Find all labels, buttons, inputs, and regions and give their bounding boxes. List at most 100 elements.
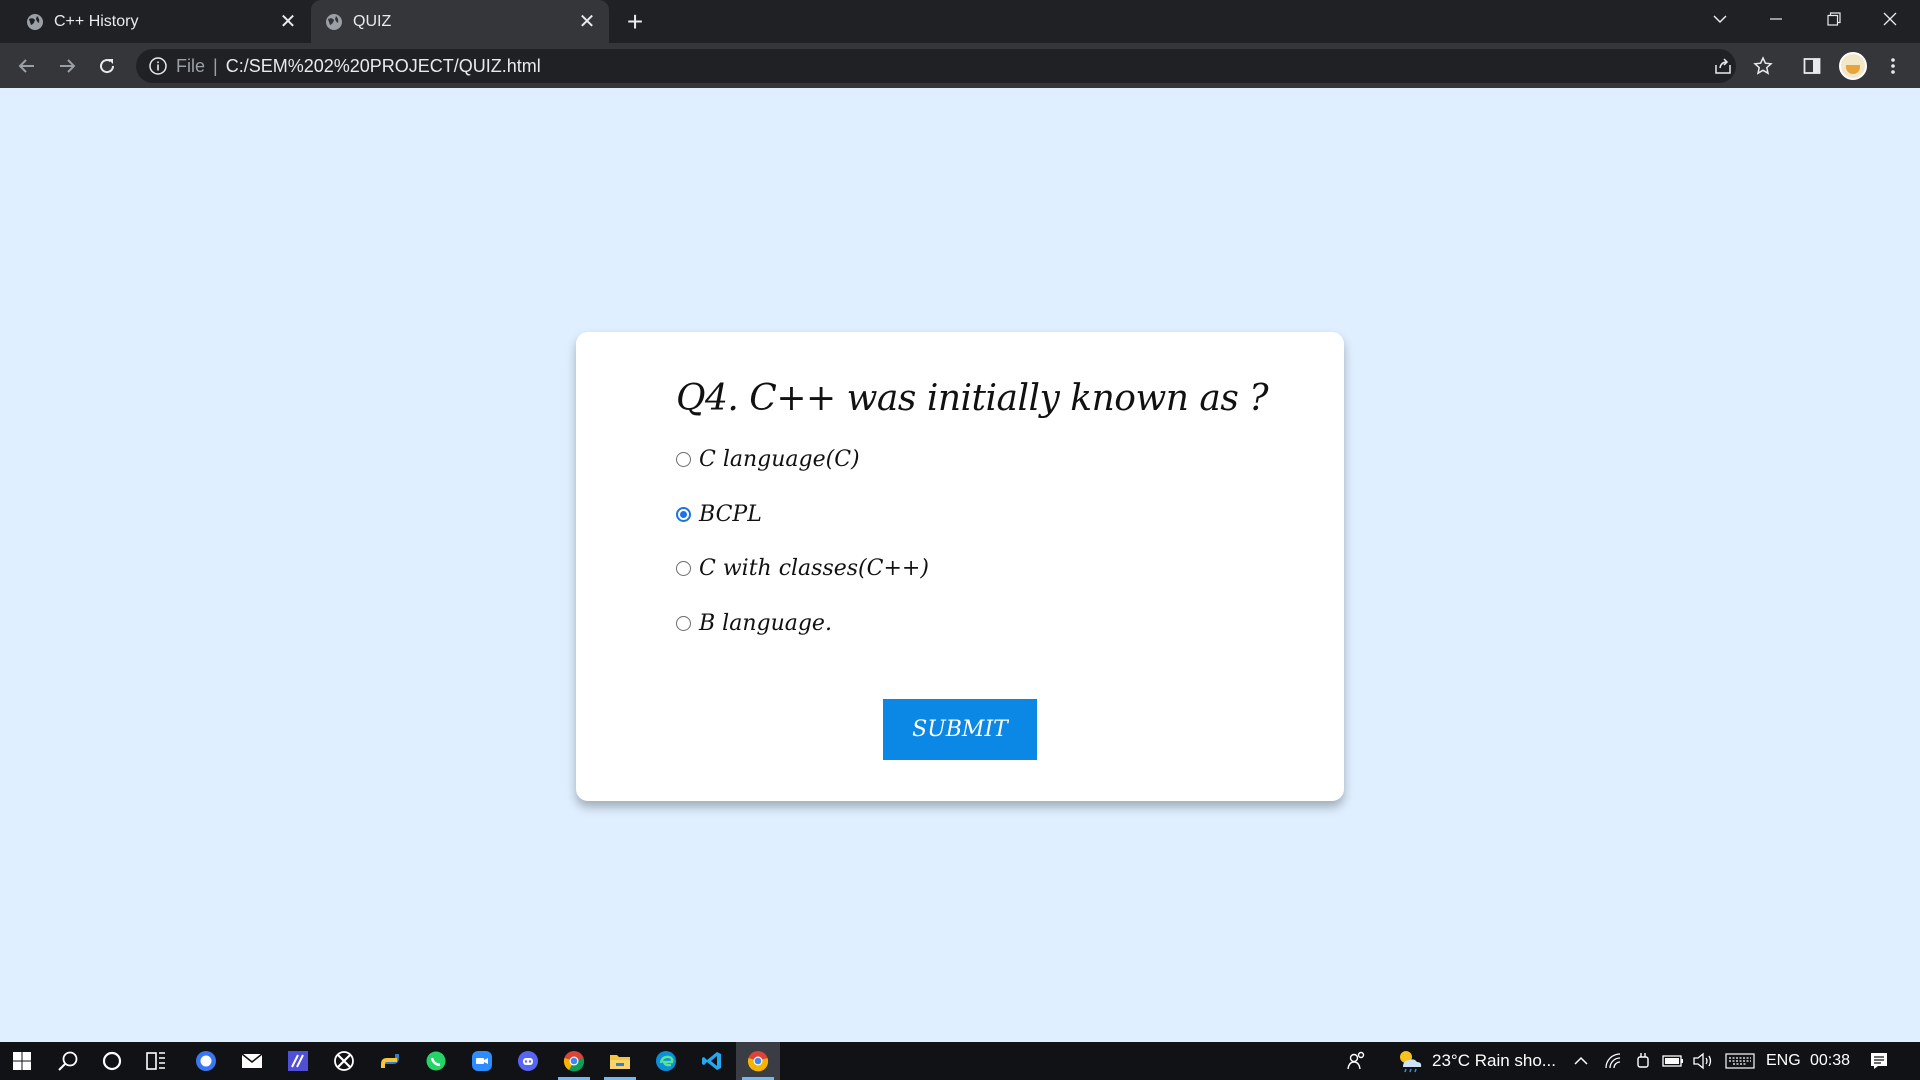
- sticky-app-icon: [288, 1051, 308, 1071]
- globe-icon: [326, 13, 342, 30]
- option-label: C language(C): [699, 446, 860, 472]
- back-button[interactable]: [10, 49, 44, 83]
- people-button[interactable]: [1344, 1042, 1370, 1080]
- show-hidden-icons-button[interactable]: [1568, 1042, 1594, 1080]
- battery-button[interactable]: [1660, 1042, 1686, 1080]
- page-viewport: Q4. C++ was initially known as ? C langu…: [0, 88, 1920, 1042]
- tab-title: C++ History: [54, 12, 139, 30]
- search-button[interactable]: [46, 1042, 90, 1080]
- keyboard-icon: [1725, 1053, 1755, 1069]
- side-panel-button[interactable]: [1795, 49, 1829, 83]
- action-center-button[interactable]: [1866, 1042, 1892, 1080]
- battery-icon: [1662, 1055, 1683, 1067]
- tab-quiz[interactable]: QUIZ ✕: [311, 0, 609, 43]
- usb-button[interactable]: [1630, 1042, 1656, 1080]
- chrome-icon: [563, 1051, 585, 1072]
- tab-close-icon[interactable]: ✕: [276, 10, 300, 34]
- share-icon: [1715, 58, 1731, 74]
- task-view-icon: [146, 1052, 165, 1070]
- taskbar-sticky-app[interactable]: [276, 1042, 320, 1080]
- weather-button[interactable]: [1394, 1042, 1424, 1080]
- profile-button[interactable]: [1836, 49, 1870, 83]
- weather-text[interactable]: 23°C Rain sho...: [1432, 1042, 1556, 1080]
- restore-icon: [1827, 12, 1841, 26]
- option-c-language[interactable]: C language(C): [676, 444, 860, 474]
- quiz-card: Q4. C++ was initially known as ? C langu…: [576, 332, 1344, 801]
- tab-cpp-history[interactable]: C++ History ✕: [12, 0, 310, 43]
- taskbar-file-explorer[interactable]: [598, 1042, 642, 1080]
- radio-button[interactable]: [676, 560, 691, 576]
- cortana-icon: [102, 1051, 122, 1071]
- browser-toolbar: File | C:/SEM%202%20PROJECT/QUIZ.html: [0, 43, 1920, 88]
- signal-icon: [196, 1051, 216, 1071]
- taskbar-zoom[interactable]: [460, 1042, 504, 1080]
- edge-icon: [656, 1051, 676, 1071]
- minimize-icon: [1770, 18, 1782, 20]
- tab-close-icon[interactable]: ✕: [575, 10, 599, 34]
- volume-icon: [1693, 1052, 1712, 1070]
- radio-button[interactable]: [676, 451, 691, 467]
- close-icon: [1883, 12, 1897, 26]
- kebab-menu-icon: [1891, 58, 1895, 74]
- cortana-button[interactable]: [90, 1042, 134, 1080]
- mail-icon: [241, 1053, 263, 1068]
- start-button[interactable]: [0, 1042, 44, 1080]
- weather-rain-icon: [1400, 1051, 1422, 1073]
- side-panel-icon: [1803, 58, 1821, 74]
- browser-titlebar: C++ History ✕ QUIZ ✕ +: [0, 0, 1920, 43]
- windows-start-icon: [13, 1052, 31, 1070]
- taskbar-whatsapp[interactable]: [414, 1042, 458, 1080]
- info-icon[interactable]: [148, 56, 168, 76]
- taskbar-vscode[interactable]: [690, 1042, 734, 1080]
- submit-button[interactable]: SUBMIT: [883, 699, 1037, 760]
- whatsapp-icon: [426, 1051, 446, 1071]
- option-bcpl[interactable]: BCPL: [676, 499, 762, 529]
- forward-button[interactable]: [50, 49, 84, 83]
- address-separator: |: [213, 55, 218, 76]
- touch-keyboard-button[interactable]: [1724, 1042, 1756, 1080]
- zoom-icon: [472, 1051, 492, 1071]
- taskbar-python[interactable]: [368, 1042, 412, 1080]
- wifi-icon: [1605, 1053, 1621, 1069]
- restore-button[interactable]: [1810, 0, 1858, 38]
- option-label: BCPL: [699, 501, 762, 527]
- volume-button[interactable]: [1690, 1042, 1716, 1080]
- globe-icon: [27, 13, 43, 30]
- input-language[interactable]: ENG: [1766, 1042, 1801, 1080]
- bookmark-button[interactable]: [1746, 49, 1780, 83]
- taskbar-mail[interactable]: [230, 1042, 274, 1080]
- reload-button[interactable]: [90, 49, 124, 83]
- menu-button[interactable]: [1876, 49, 1910, 83]
- url-text[interactable]: C:/SEM%202%20PROJECT/QUIZ.html: [226, 56, 541, 77]
- radio-button-selected[interactable]: [676, 506, 691, 522]
- question-title: Q4. C++ was initially known as ?: [676, 378, 1269, 419]
- task-view-button[interactable]: [134, 1042, 178, 1080]
- radio-button[interactable]: [676, 615, 691, 631]
- usb-device-icon: [1637, 1053, 1649, 1068]
- taskbar-discord[interactable]: [506, 1042, 550, 1080]
- option-c-with-classes[interactable]: C with classes(C++): [676, 553, 929, 583]
- option-b-language[interactable]: B language.: [676, 608, 832, 638]
- new-tab-button[interactable]: +: [620, 8, 650, 36]
- chrome-active-icon: [747, 1051, 769, 1072]
- notification-icon: [1871, 1053, 1887, 1069]
- minimize-button[interactable]: [1752, 0, 1800, 38]
- taskbar-xbox[interactable]: [322, 1042, 366, 1080]
- option-label: C with classes(C++): [699, 555, 929, 581]
- file-explorer-icon: [610, 1055, 630, 1069]
- close-window-button[interactable]: [1866, 0, 1914, 38]
- address-bar[interactable]: File | C:/SEM%202%20PROJECT/QUIZ.html: [136, 49, 1736, 83]
- tab-title: QUIZ: [353, 12, 392, 30]
- taskbar-chrome[interactable]: [552, 1042, 596, 1080]
- taskbar-signal[interactable]: [184, 1042, 228, 1080]
- search-icon: [58, 1051, 78, 1071]
- clock[interactable]: 00:38: [1810, 1042, 1850, 1080]
- share-button[interactable]: [1706, 49, 1740, 83]
- tab-search-button[interactable]: [1696, 0, 1744, 38]
- arrow-right-icon: [60, 59, 76, 73]
- taskbar-chrome-active[interactable]: [736, 1042, 780, 1080]
- taskbar-edge[interactable]: [644, 1042, 688, 1080]
- network-button[interactable]: [1600, 1042, 1626, 1080]
- option-label: B language.: [699, 610, 832, 636]
- reload-icon: [100, 59, 115, 74]
